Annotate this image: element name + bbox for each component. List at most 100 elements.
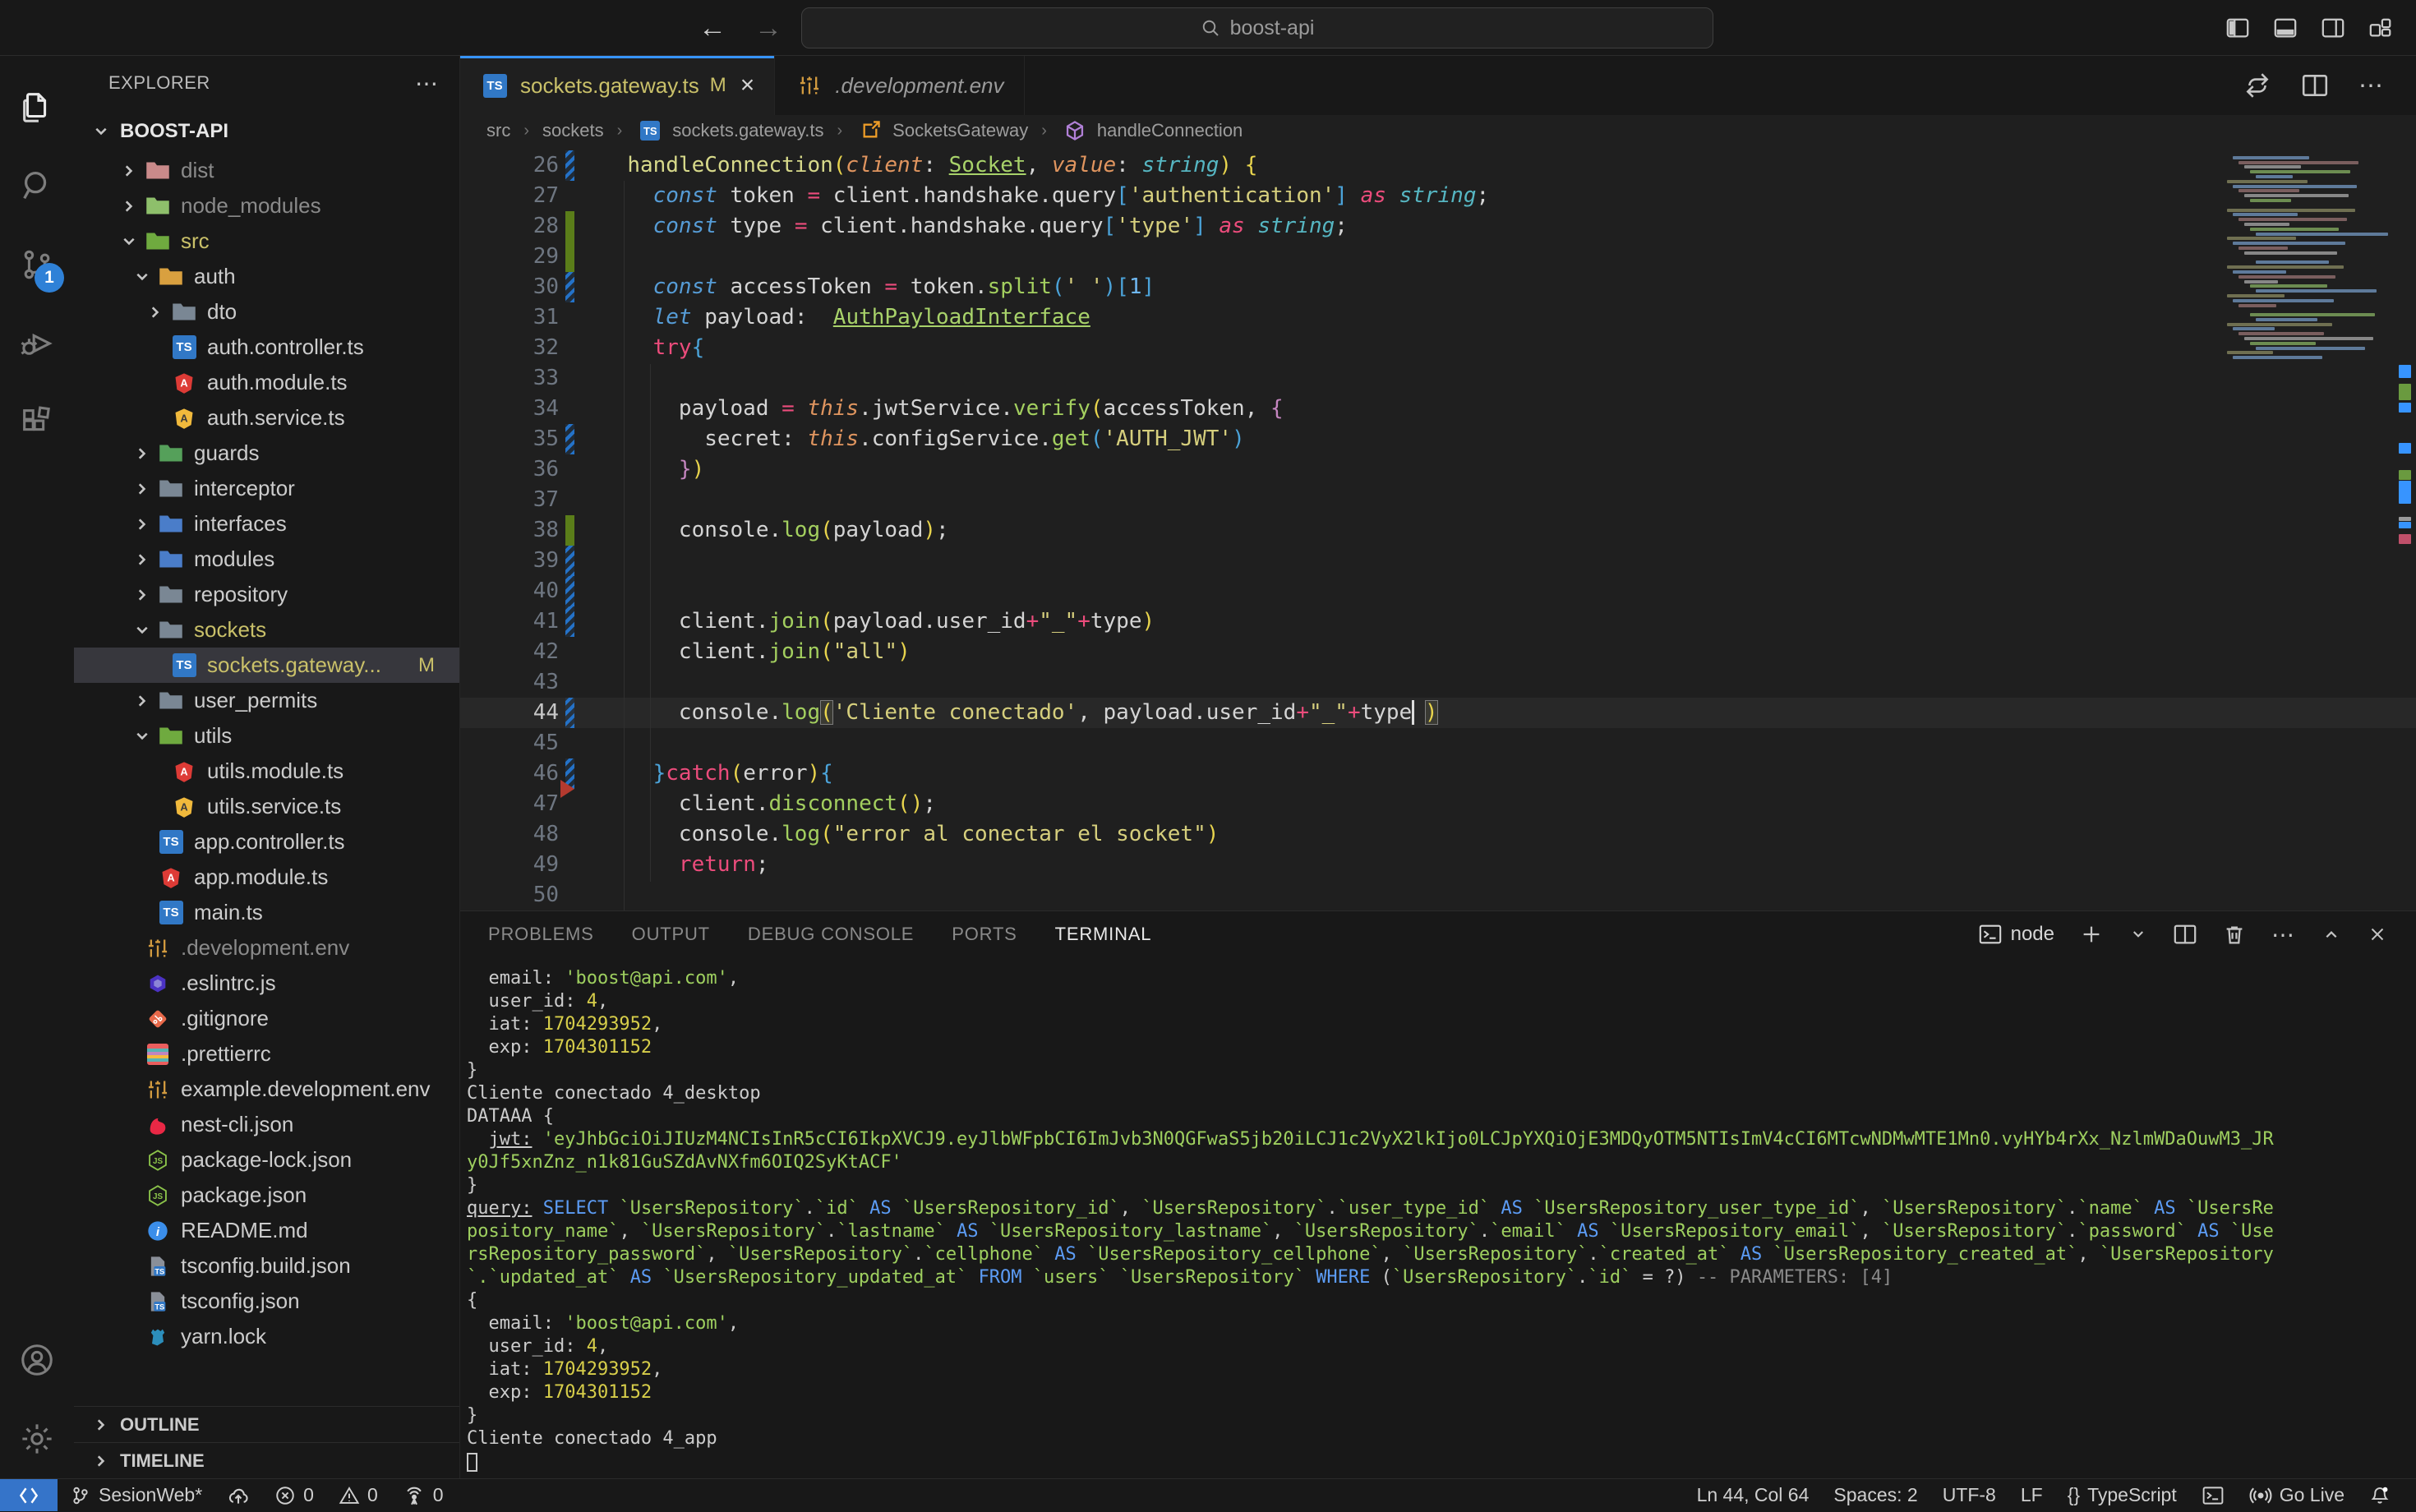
tree-item-sockets-gateway-[interactable]: TSsockets.gateway...M [74,648,459,683]
status-sesionweb-[interactable]: SesionWeb* [58,1479,214,1511]
tree-item-label: main.ts [194,900,263,925]
tree-item-dto[interactable]: dto [74,294,459,330]
terminal-output[interactable]: email: 'boost@api.com', user_id: 4, iat:… [460,957,2416,1478]
terminal-shell-chip[interactable]: node [1978,922,2054,947]
tree-item--gitignore[interactable]: .gitignore [74,1001,459,1036]
panel-tab-ports[interactable]: PORTS [952,924,1017,945]
overview-ruler[interactable] [2396,146,2416,910]
tree-item-modules[interactable]: modules [74,542,459,577]
panel-tab-terminal[interactable]: TERMINAL [1055,924,1152,945]
status-utf-8[interactable]: UTF-8 [1930,1479,2008,1511]
extensions-activity-icon[interactable] [0,383,74,462]
code-line-38: 38 console.log(payload); [460,515,2416,546]
status-spaces-2[interactable]: Spaces: 2 [1821,1479,1930,1511]
command-center-search[interactable]: boost-api [801,7,1713,48]
open-changes-icon[interactable] [2243,71,2271,99]
editor-tab-sockets-gateway-ts[interactable]: TSsockets.gateway.tsM× [460,56,775,115]
maximize-panel-icon[interactable] [2321,924,2342,945]
status-label: UTF-8 [1943,1484,1996,1506]
status-0[interactable]: 0 [326,1479,390,1511]
tree-item-auth[interactable]: auth [74,259,459,294]
tree-item-example-development-env[interactable]: example.development.env [74,1072,459,1107]
tree-item-src[interactable]: src [74,224,459,259]
new-terminal-icon[interactable] [2079,922,2104,947]
sidebar-section-outline[interactable]: OUTLINE [74,1406,459,1442]
panel-more-icon[interactable]: ⋯ [2271,921,2296,948]
breadcrumb-item-src[interactable]: src [486,120,510,141]
tree-item-package-lock-json[interactable]: JSpackage-lock.json [74,1142,459,1178]
editor-tab--development-env[interactable]: .development.env [775,56,1024,115]
tree-item-dist[interactable]: dist [74,153,459,188]
split-editor-icon[interactable] [2301,71,2329,99]
tree-item-tsconfig-json[interactable]: TStsconfig.json [74,1284,459,1319]
back-arrow-icon[interactable]: ← [699,12,726,44]
settings-gear-icon[interactable] [0,1399,74,1478]
toggle-sidebar-icon[interactable] [2225,16,2250,40]
breadcrumb-item-sockets[interactable]: sockets [542,120,604,141]
explorer-more-actions[interactable]: ⋯ [415,70,440,97]
tree-item-node-modules[interactable]: node_modules [74,188,459,224]
project-root-row[interactable]: BOOST-API [74,110,459,153]
toggle-panel-icon[interactable] [2273,16,2298,40]
tree-item--eslintrc-js[interactable]: .eslintrc.js [74,966,459,1001]
status-typescript[interactable]: {}TypeScript [2055,1479,2189,1511]
svg-text:A: A [180,376,187,389]
panel-tab-output[interactable]: OUTPUT [632,924,710,945]
breadcrumb-item-sockets.gateway.ts[interactable]: TSsockets.gateway.ts [635,120,823,141]
status-ln-44-col-64[interactable]: Ln 44, Col 64 [1685,1479,1822,1511]
tree-item-label: package.json [181,1182,307,1208]
tree-item--development-env[interactable]: .development.env [74,930,459,966]
tree-item-utils-service-ts[interactable]: Autils.service.ts [74,789,459,824]
tree-item-auth-module-ts[interactable]: Aauth.module.ts [74,365,459,400]
source-control-activity-icon[interactable]: 1 [0,225,74,304]
tree-item--prettierrc[interactable]: .prettierrc [74,1036,459,1072]
tree-item-yarn-lock[interactable]: yarn.lock [74,1319,459,1354]
status-terminal-box[interactable] [2189,1479,2237,1511]
search-activity-icon[interactable] [0,146,74,225]
more-actions-icon[interactable]: ⋯ [2358,71,2385,100]
tree-item-app-controller-ts[interactable]: TSapp.controller.ts [74,824,459,860]
run-debug-activity-icon[interactable] [0,304,74,383]
tree-item-readme-md[interactable]: iREADME.md [74,1213,459,1248]
status-cloud-upload[interactable] [214,1479,262,1511]
kill-terminal-icon[interactable] [2222,922,2247,947]
minimap[interactable] [2227,151,2391,373]
close-tab-icon[interactable]: × [740,71,755,99]
tree-item-auth-controller-ts[interactable]: TSauth.controller.ts [74,330,459,365]
tree-item-sockets[interactable]: sockets [74,612,459,648]
status-0[interactable]: 0 [262,1479,326,1511]
status-lf[interactable]: LF [2008,1479,2055,1511]
accounts-icon[interactable] [0,1321,74,1399]
split-terminal-icon[interactable] [2173,922,2197,947]
status-bell[interactable] [2357,1479,2403,1511]
chevron-right-icon [128,549,156,570]
status-0[interactable]: 0 [390,1479,456,1511]
panel-tab-debug-console[interactable]: DEBUG CONSOLE [748,924,914,945]
tree-item-tsconfig-build-json[interactable]: TStsconfig.build.json [74,1248,459,1284]
tree-item-package-json[interactable]: JSpackage.json [74,1178,459,1213]
tree-item-utils[interactable]: utils [74,718,459,754]
breadcrumb-item-handleconnection[interactable]: handleConnection [1060,120,1243,141]
sidebar-section-timeline[interactable]: TIMELINE [74,1442,459,1478]
forward-arrow-icon[interactable]: → [754,12,782,44]
toggle-secondary-sidebar-icon[interactable] [2321,16,2345,40]
explorer-activity-icon[interactable] [0,67,74,146]
tree-item-utils-module-ts[interactable]: Autils.module.ts [74,754,459,789]
customize-layout-icon[interactable] [2368,16,2393,40]
code-editor[interactable]: 26 handleConnection(client: Socket, valu… [460,146,2416,910]
tree-item-nest-cli-json[interactable]: nest-cli.json [74,1107,459,1142]
tree-item-interfaces[interactable]: interfaces [74,506,459,542]
status-go-live[interactable]: Go Live [2237,1479,2357,1511]
tree-item-main-ts[interactable]: TSmain.ts [74,895,459,930]
tree-item-guards[interactable]: guards [74,436,459,471]
tree-item-repository[interactable]: repository [74,577,459,612]
remote-indicator[interactable] [0,1479,58,1511]
panel-tab-problems[interactable]: PROBLEMS [488,924,594,945]
breadcrumb-item-socketsgateway[interactable]: SocketsGateway [855,120,1028,141]
terminal-dropdown-icon[interactable] [2128,924,2148,944]
close-panel-icon[interactable] [2367,924,2388,945]
tree-item-user-permits[interactable]: user_permits [74,683,459,718]
tree-item-auth-service-ts[interactable]: Aauth.service.ts [74,400,459,436]
tree-item-app-module-ts[interactable]: Aapp.module.ts [74,860,459,895]
tree-item-interceptor[interactable]: interceptor [74,471,459,506]
